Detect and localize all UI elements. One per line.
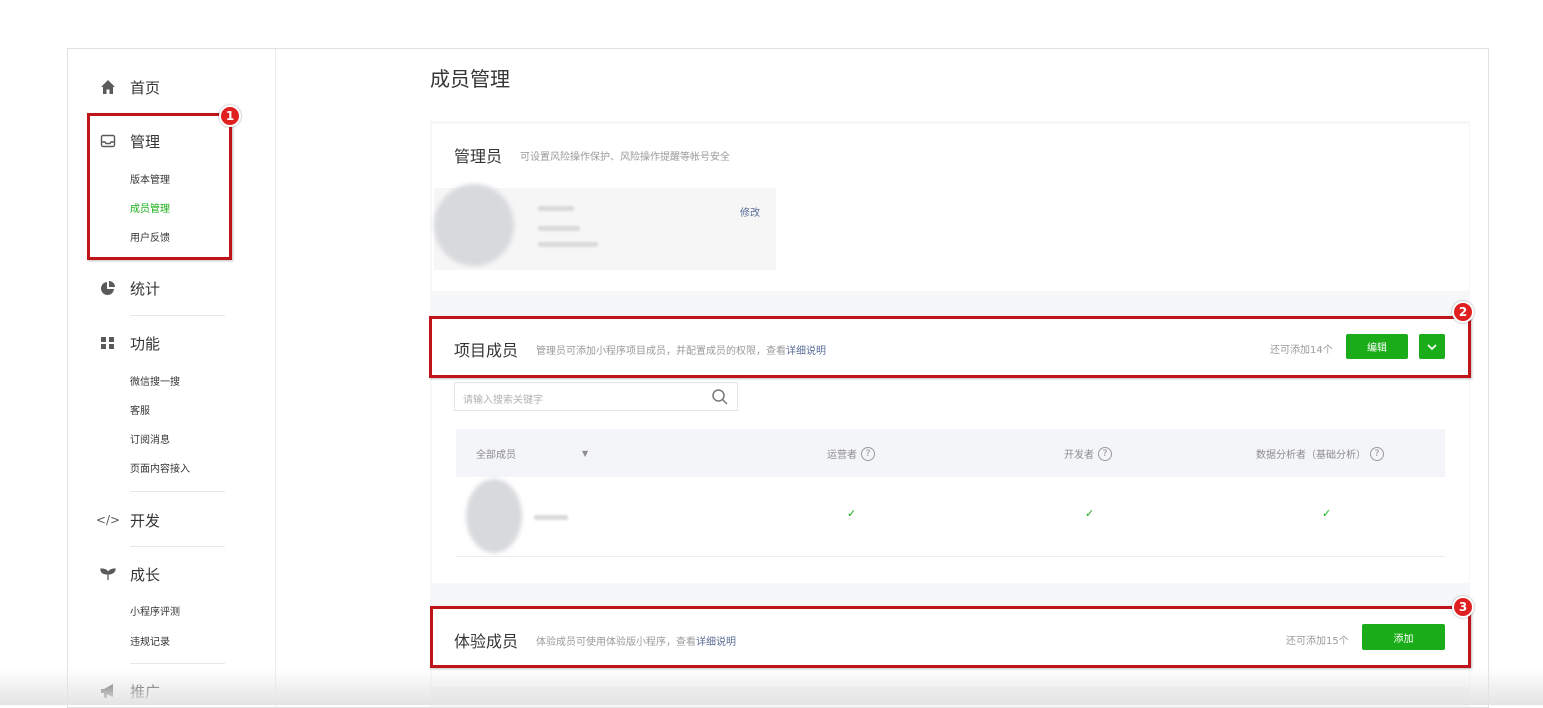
- help-icon[interactable]: ?: [1370, 446, 1384, 461]
- nav-home[interactable]: 首页: [98, 76, 160, 98]
- avatar: [466, 479, 522, 553]
- col-developer-label: 开发者: [1064, 450, 1094, 461]
- trial-members-panel: 体验成员 体验成员可使用体验版小程序，查看详细说明 还可添加15个 添加: [432, 607, 1469, 687]
- project-members-title: 项目成员: [454, 341, 519, 360]
- nav-growth[interactable]: 成长: [98, 563, 160, 585]
- member-search-input[interactable]: 请输入搜索关键字: [454, 382, 738, 411]
- edit-members-button[interactable]: 编辑: [1346, 334, 1408, 359]
- home-icon: [98, 77, 118, 97]
- member-name-blurred: [534, 515, 568, 520]
- members-dropdown-button[interactable]: [1419, 334, 1445, 359]
- divider: [130, 546, 225, 547]
- inbox-icon: [98, 131, 118, 151]
- nav-violation-records[interactable]: 违规记录: [130, 635, 170, 651]
- admin-panel: 管理员 可设置风险操作保护、风险操作提醒等帐号安全 修改: [432, 124, 1469, 291]
- nav-features-label: 功能: [130, 334, 161, 353]
- nav-growth-label: 成长: [130, 565, 161, 584]
- check-icon: ✓: [1322, 507, 1332, 520]
- admin-id-blurred: [538, 226, 580, 231]
- admin-desc: 可设置风险操作保护、风险操作提醒等帐号安全: [520, 152, 730, 163]
- col-operator: 运营者 ?: [827, 446, 875, 461]
- col-data-analyst: 数据分析者（基础分析） ?: [1256, 446, 1384, 461]
- nav-member-manage[interactable]: 成员管理: [130, 202, 170, 218]
- search-placeholder: 请输入搜索关键字: [463, 395, 543, 406]
- code-icon: </>: [95, 513, 121, 527]
- project-members-desc: 管理员可添加小程序项目成员，并配置成员的权限，查看详细说明: [536, 346, 826, 357]
- sprout-icon: [98, 564, 118, 584]
- page-title: 成员管理: [430, 67, 510, 91]
- trial-members-detail-link[interactable]: 详细说明: [696, 637, 736, 648]
- project-members-panel: 项目成员 管理员可添加小程序项目成员，并配置成员的权限，查看详细说明 还可添加1…: [432, 319, 1469, 583]
- trial-members-title: 体验成员: [454, 632, 519, 651]
- pie-chart-icon: [98, 278, 118, 298]
- sidebar: 首页 管理 版本管理 成员管理 用户反馈 统计 功能 微信搜一搜 客服 订阅消息…: [68, 49, 276, 707]
- add-trial-member-button[interactable]: 添加: [1362, 624, 1445, 650]
- col-operator-label: 运营者: [827, 450, 857, 461]
- nav-manage-label: 管理: [130, 132, 161, 151]
- check-icon: ✓: [847, 507, 857, 520]
- nav-promote-label: 推广: [130, 682, 161, 701]
- nav-manage[interactable]: 管理: [98, 130, 160, 152]
- check-icon: ✓: [1085, 507, 1095, 520]
- nav-promote[interactable]: 推广: [98, 680, 160, 702]
- annotation-badge-3: 3: [1452, 596, 1474, 618]
- project-members-remaining: 还可添加14个: [1270, 345, 1333, 356]
- nav-page-content[interactable]: 页面内容接入: [130, 462, 190, 478]
- search-icon[interactable]: [711, 388, 729, 406]
- filter-label: 全部成员: [476, 450, 516, 461]
- admin-edit-link[interactable]: 修改: [740, 204, 760, 219]
- table-row: ✓ ✓ ✓: [456, 477, 1445, 557]
- help-icon[interactable]: ?: [1098, 446, 1112, 461]
- col-developer: 开发者 ?: [1064, 446, 1112, 461]
- nav-stats-label: 统计: [130, 279, 161, 298]
- admin-title: 管理员: [454, 147, 503, 166]
- nav-home-label: 首页: [130, 78, 161, 97]
- nav-version-manage[interactable]: 版本管理: [130, 173, 170, 189]
- app-frame: 首页 管理 版本管理 成员管理 用户反馈 统计 功能 微信搜一搜 客服 订阅消息…: [67, 48, 1489, 708]
- nav-develop-label: 开发: [130, 511, 161, 530]
- grid-icon: [98, 333, 118, 353]
- nav-stats[interactable]: 统计: [98, 277, 160, 299]
- admin-meta-blurred: [538, 242, 598, 247]
- caret-down-icon: ▼: [582, 449, 589, 458]
- divider: [130, 315, 225, 316]
- megaphone-icon: [98, 681, 118, 701]
- admin-card: 修改: [434, 184, 776, 270]
- nav-subscribe-message[interactable]: 订阅消息: [130, 433, 170, 449]
- divider: [130, 663, 225, 664]
- help-icon[interactable]: ?: [861, 446, 875, 461]
- chevron-down-icon: [1427, 343, 1437, 350]
- nav-mini-eval[interactable]: 小程序评测: [130, 605, 180, 621]
- trial-members-remaining: 还可添加15个: [1286, 636, 1349, 647]
- avatar: [434, 184, 514, 266]
- annotation-badge-2: 2: [1452, 301, 1474, 323]
- main-content: 成员管理 管理员 可设置风险操作保护、风险操作提醒等帐号安全 修改 项目成员 管…: [276, 49, 1488, 707]
- nav-user-feedback[interactable]: 用户反馈: [130, 231, 170, 247]
- admin-name-blurred: [538, 206, 574, 211]
- nav-customer-service[interactable]: 客服: [130, 404, 150, 420]
- annotation-badge-1: 1: [219, 105, 241, 127]
- member-filter-dropdown[interactable]: 全部成员 ▼: [476, 446, 588, 461]
- divider: [130, 491, 225, 492]
- project-members-detail-link[interactable]: 详细说明: [786, 346, 826, 357]
- nav-wechat-search[interactable]: 微信搜一搜: [130, 375, 180, 391]
- nav-develop[interactable]: </> 开发: [95, 509, 161, 531]
- trial-members-desc: 体验成员可使用体验版小程序，查看详细说明: [536, 637, 736, 648]
- nav-features[interactable]: 功能: [98, 332, 160, 354]
- col-data-analyst-label: 数据分析者（基础分析）: [1256, 450, 1366, 461]
- members-table-header: 全部成员 ▼ 运营者 ? 开发者 ? 数据分析者（基础分析） ?: [456, 429, 1445, 477]
